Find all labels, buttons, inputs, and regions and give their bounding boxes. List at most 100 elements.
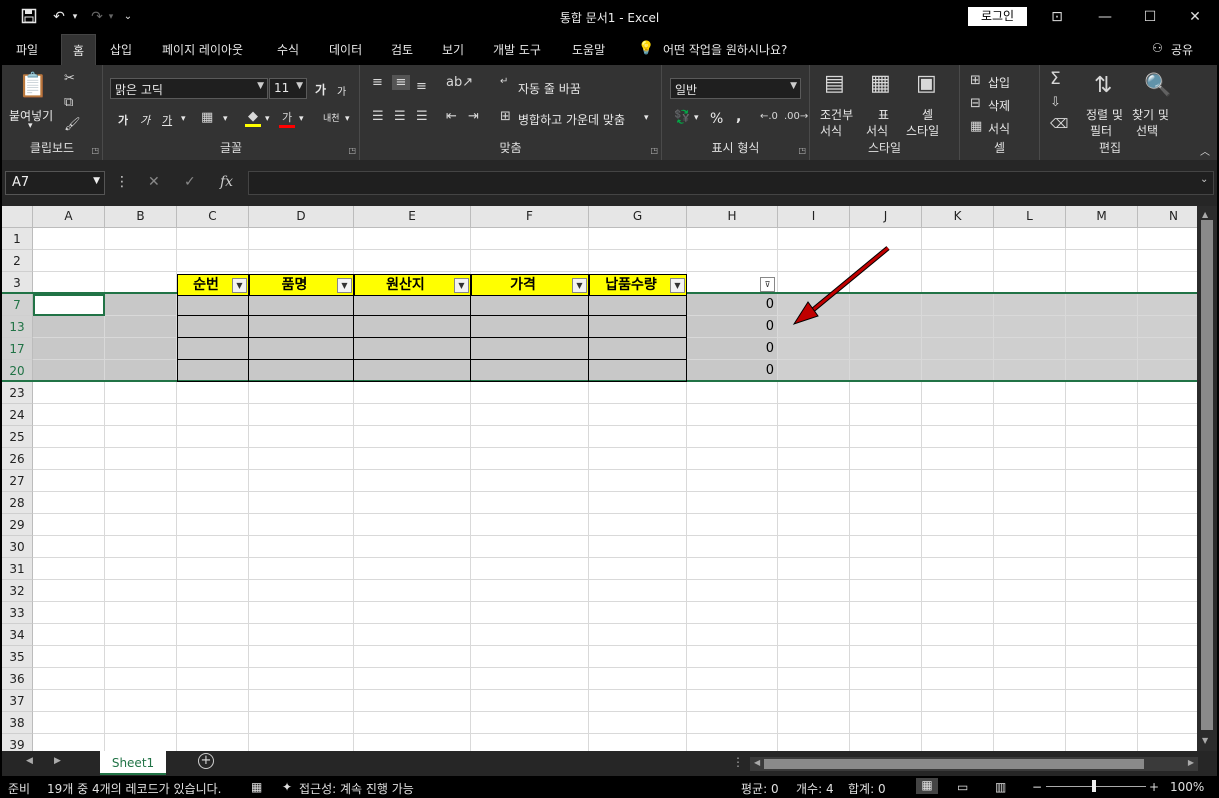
font-name-select[interactable]: 맑은 고딕 ▼ <box>110 78 268 99</box>
column-header[interactable]: G <box>589 206 687 228</box>
shrink-font-button[interactable]: 가 <box>337 83 346 98</box>
find-select-label-1[interactable]: 찾기 및 <box>1132 106 1169 123</box>
row-header[interactable]: 36 <box>2 668 33 690</box>
font-dialog-launcher-icon[interactable]: ◳ <box>348 146 356 155</box>
scroll-up-icon[interactable]: ▲ <box>1202 210 1208 219</box>
signin-button[interactable]: 로그인 <box>968 7 1027 26</box>
zoom-out-icon[interactable]: − <box>1032 780 1042 794</box>
sort-filter-label-1[interactable]: 정렬 및 <box>1086 106 1123 123</box>
find-select-label-2[interactable]: 선택 <box>1136 122 1158 139</box>
scroll-sheets-left-icon[interactable]: ◀ <box>26 756 33 766</box>
autosum-icon[interactable]: Σ <box>1050 69 1061 89</box>
maximize-icon[interactable]: ☐ <box>1135 7 1165 27</box>
column-header[interactable]: H <box>687 206 778 228</box>
accounting-format-icon[interactable]: 💱 <box>674 110 690 125</box>
italic-button[interactable]: 가 <box>140 112 150 128</box>
tell-me-search[interactable]: 어떤 작업을 원하시나요? <box>663 41 787 58</box>
paste-dropdown-icon[interactable]: ▾ <box>28 121 33 131</box>
insert-cells-icon[interactable]: ⊞ <box>970 73 981 88</box>
phonetic-button[interactable]: 내천 <box>323 111 340 124</box>
fill-color-dropdown-icon[interactable]: ▾ <box>265 114 270 124</box>
row-header[interactable]: 2 <box>2 250 33 272</box>
border-icon[interactable]: ▦ <box>201 110 213 125</box>
scroll-sheets-right-icon[interactable]: ▶ <box>54 756 61 766</box>
column-header[interactable]: E <box>354 206 471 228</box>
row-header[interactable]: 37 <box>2 690 33 712</box>
bold-button[interactable]: 가 <box>118 112 128 128</box>
tab-formulas[interactable]: 수식 <box>277 41 299 58</box>
row-header[interactable]: 26 <box>2 448 33 470</box>
new-sheet-icon[interactable]: + <box>198 753 214 769</box>
align-center-icon[interactable]: ☰ <box>394 109 406 124</box>
delete-cells-icon[interactable]: ⊟ <box>970 96 981 111</box>
status-accessibility[interactable]: 접근성: 계속 진행 가능 <box>299 780 414 797</box>
column-header[interactable]: L <box>994 206 1066 228</box>
cut-icon[interactable]: ✂ <box>64 71 75 86</box>
ribbon-display-options-icon[interactable]: ⊡ <box>1042 7 1072 27</box>
horizontal-scrollbar[interactable]: ◀ ▶ <box>750 757 1198 771</box>
wrap-text-button[interactable]: 자동 줄 바꿈 <box>518 80 581 97</box>
table-header-cell[interactable]: 납품수량 ▼ <box>589 274 687 296</box>
formula-input[interactable] <box>248 171 1214 195</box>
normal-view-icon[interactable]: ▦ <box>916 778 938 794</box>
table-header-cell[interactable]: 가격 ▼ <box>471 274 589 296</box>
tab-page-layout[interactable]: 페이지 레이아웃 <box>162 41 243 58</box>
comma-button[interactable]: , <box>736 109 741 125</box>
fill-icon[interactable]: ⇩ <box>1050 95 1061 110</box>
sort-filter-icon[interactable]: ⇅ <box>1094 73 1112 98</box>
sort-filter-label-2[interactable]: 필터 <box>1090 122 1112 139</box>
accessibility-icon[interactable]: ✦ <box>282 780 292 794</box>
column-header[interactable]: F <box>471 206 589 228</box>
accounting-dropdown-icon[interactable]: ▾ <box>694 113 699 123</box>
column-header[interactable]: J <box>850 206 922 228</box>
more-options-icon[interactable]: ⋮ <box>115 174 129 190</box>
format-painter-icon[interactable]: 🖌 <box>64 117 81 132</box>
grow-font-button[interactable]: 가 <box>315 81 326 98</box>
format-cells-icon[interactable]: ▦ <box>970 119 982 134</box>
row-header[interactable]: 33 <box>2 602 33 624</box>
conditional-formatting-icon[interactable]: ▤ <box>824 71 845 96</box>
row-header[interactable]: 35 <box>2 646 33 668</box>
font-size-select[interactable]: 11 ▼ <box>269 78 307 99</box>
row-header[interactable]: 7 <box>2 294 33 316</box>
increase-indent-icon[interactable]: ⇥ <box>468 109 479 124</box>
column-header[interactable]: I <box>778 206 850 228</box>
column-header[interactable]: A <box>33 206 105 228</box>
row-header[interactable]: 17 <box>2 338 33 360</box>
filter-dropdown-icon[interactable]: ▼ <box>670 278 685 293</box>
close-icon[interactable]: ✕ <box>1180 7 1210 27</box>
tab-home[interactable]: 홈 <box>61 34 97 65</box>
vertical-scroll-thumb[interactable] <box>1201 220 1213 730</box>
font-color-dropdown-icon[interactable]: ▾ <box>299 114 304 124</box>
expand-formula-bar-icon[interactable]: ⌄ <box>1200 174 1208 185</box>
insert-function-button[interactable]: fx <box>220 174 233 190</box>
row-header[interactable]: 28 <box>2 492 33 514</box>
scroll-left-icon[interactable]: ◀ <box>754 758 760 767</box>
sheet-tab-sheet1[interactable]: Sheet1 <box>100 751 166 775</box>
table-header-cell[interactable]: 원산지 ▼ <box>354 274 471 296</box>
cell-styles-label-1[interactable]: 셀 <box>922 106 933 123</box>
format-cells-button[interactable]: 서식 <box>988 120 1010 137</box>
column-header[interactable]: C <box>177 206 249 228</box>
row-header[interactable]: 39 <box>2 734 33 751</box>
column-header[interactable]: M <box>1066 206 1138 228</box>
row-header[interactable]: 27 <box>2 470 33 492</box>
border-dropdown-icon[interactable]: ▾ <box>223 114 228 124</box>
tab-file[interactable]: 파일 <box>16 41 38 58</box>
clear-icon[interactable]: ⌫ <box>1050 117 1068 132</box>
scroll-right-icon[interactable]: ▶ <box>1188 758 1194 767</box>
align-top-icon[interactable]: ≡ <box>372 75 383 90</box>
find-select-icon[interactable]: 🔍 <box>1144 73 1171 98</box>
underline-button[interactable]: 가 <box>162 112 172 128</box>
worksheet-grid[interactable]: A B C D E F G H I J K L M N 1 2 3 7 13 17 20 23 24 25 26 27 28 29 30… <box>2 206 1197 751</box>
delete-cells-button[interactable]: 삭제 <box>988 97 1010 114</box>
underline-dropdown-icon[interactable]: ▾ <box>181 114 186 124</box>
page-break-view-icon[interactable]: ▥ <box>995 780 1006 794</box>
macro-record-icon[interactable]: ▦ <box>251 780 262 794</box>
tab-insert[interactable]: 삽입 <box>110 41 132 58</box>
row-header[interactable]: 25 <box>2 426 33 448</box>
filter-dropdown-icon[interactable]: ▼ <box>337 278 352 293</box>
row-header[interactable]: 29 <box>2 514 33 536</box>
column-header[interactable]: B <box>105 206 177 228</box>
format-as-table-icon[interactable]: ▦ <box>870 71 891 96</box>
